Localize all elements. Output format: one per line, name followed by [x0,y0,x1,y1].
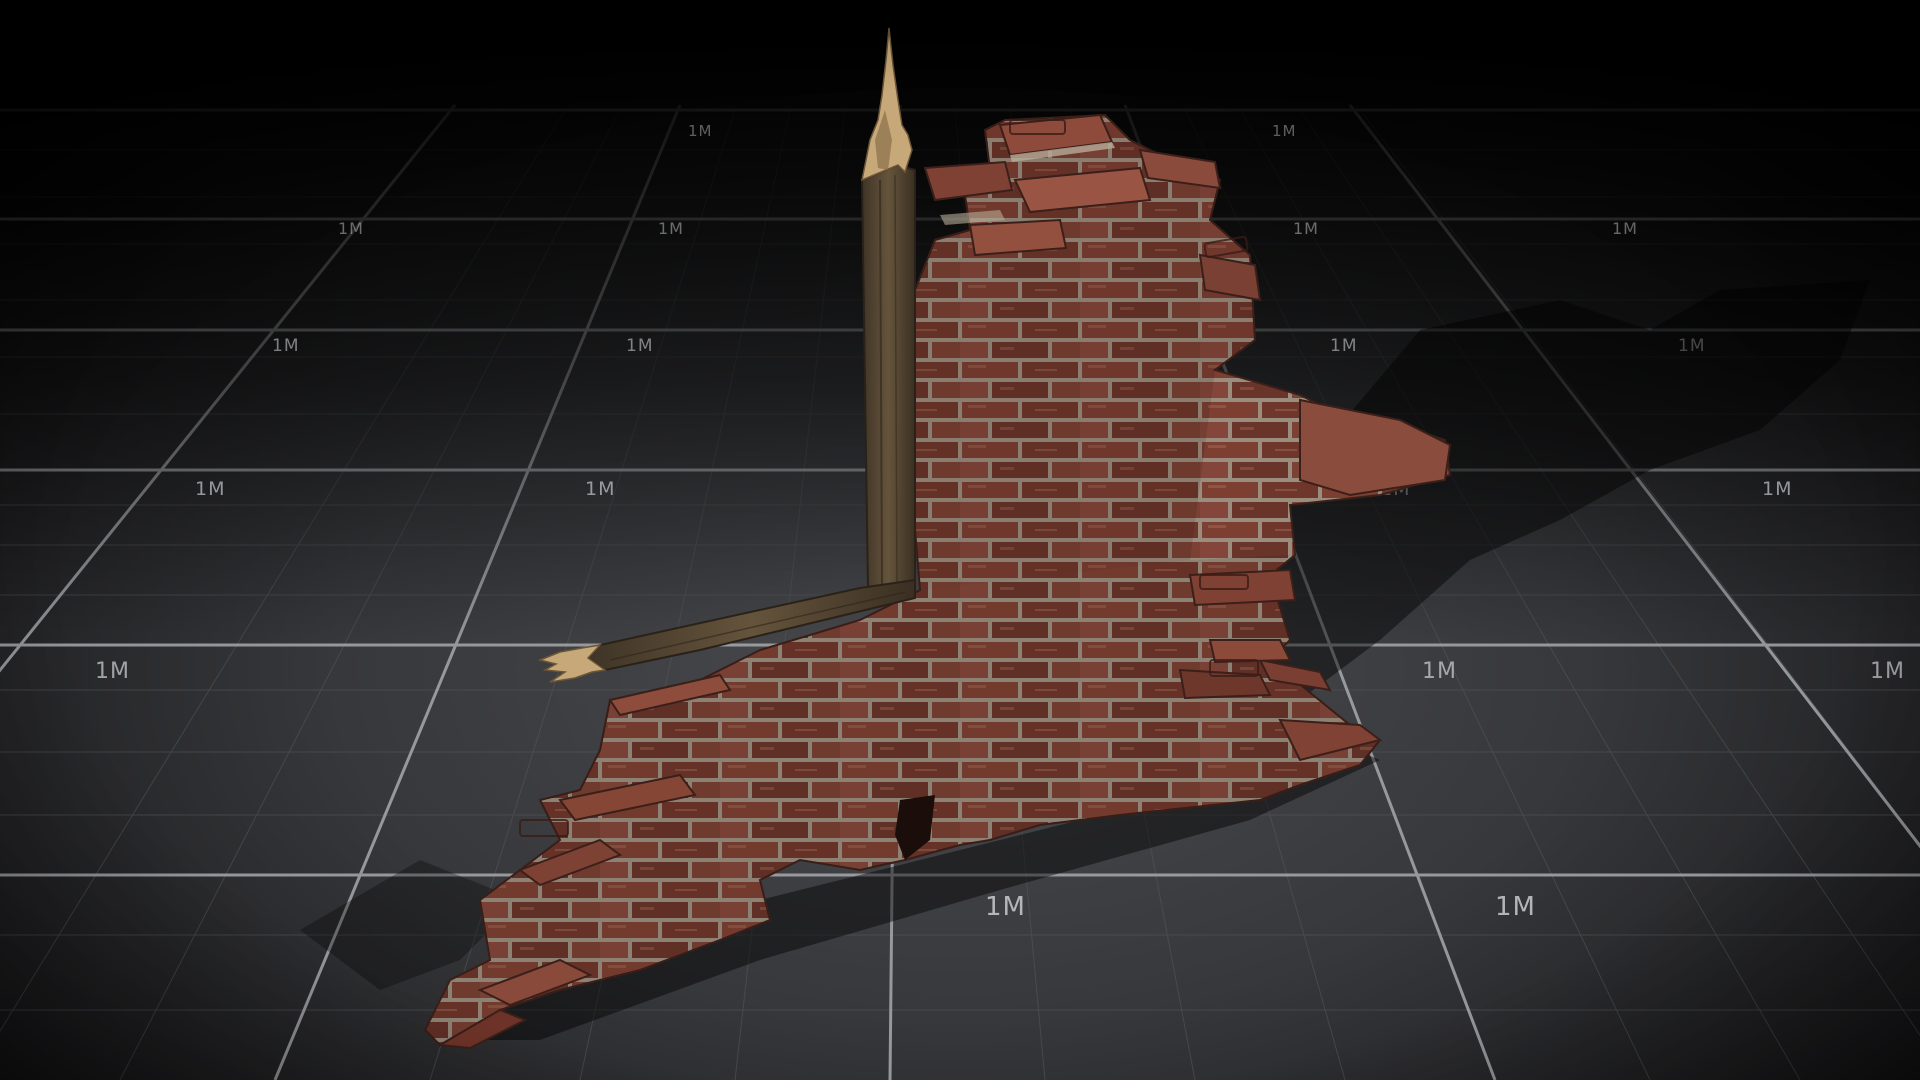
scene-render: 1M 1M 1M 1M 1M 1M 1M 1M 1M 1M 1M 1M 1M 1… [0,0,1920,1080]
render-viewport: 1M 1M 1M 1M 1M 1M 1M 1M 1M 1M 1M 1M 1M 1… [0,0,1920,1080]
